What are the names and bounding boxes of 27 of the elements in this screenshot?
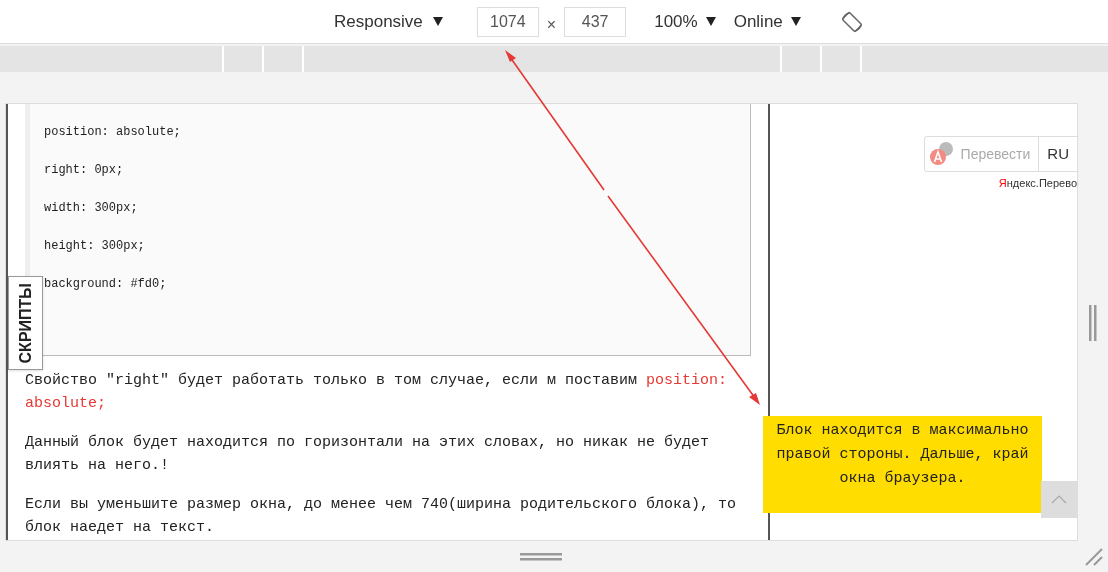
resize-handle-icon[interactable] <box>1089 305 1097 341</box>
caret-icon <box>705 17 716 26</box>
rotate-icon[interactable] <box>840 10 863 33</box>
code-line: right: 0px; <box>44 162 124 179</box>
code-line: width: 300px; <box>44 200 138 217</box>
paragraph: Данный блок будет находится по горизонтали на этих словах, но никак не будет влиять на него.! <box>25 433 711 476</box>
zoom-dropdown[interactable]: 100% <box>654 8 716 35</box>
side-tab[interactable]: СКРИПТЫ <box>8 276 43 370</box>
language-button[interactable]: RU <box>1039 137 1077 171</box>
translate-icon <box>928 141 955 167</box>
caret-icon <box>432 17 443 26</box>
caret-icon <box>790 17 801 26</box>
device-dropdown[interactable]: Responsive <box>334 8 443 35</box>
width-field[interactable]: 1074 <box>476 6 539 37</box>
corner-resize-icon[interactable] <box>1084 547 1104 567</box>
code-line: background: #fd0; <box>44 276 167 293</box>
resize-handle-icon[interactable] <box>520 553 562 561</box>
network-dropdown[interactable]: Online <box>733 8 801 35</box>
height-field[interactable]: 437 <box>564 6 627 37</box>
paragraph: Свойство "right" будет работать только в том случае, если м поставим position: absolute; <box>25 371 729 414</box>
chevron-up-icon <box>1051 495 1067 504</box>
code-line: height: 300px; <box>44 238 145 255</box>
brand-text: Яндекс.Перево <box>998 176 1077 191</box>
paragraph: Если вы уменьшите размер окна, до менее чем 740(ширина родительского блока), то блок наедет на текст. <box>25 495 738 538</box>
note-block: Блок находится в максимально правой стороны. Дальше, край окна браузера. <box>763 416 1042 513</box>
code-line: position: absolute; <box>44 124 181 141</box>
times-sign: × <box>546 14 557 35</box>
